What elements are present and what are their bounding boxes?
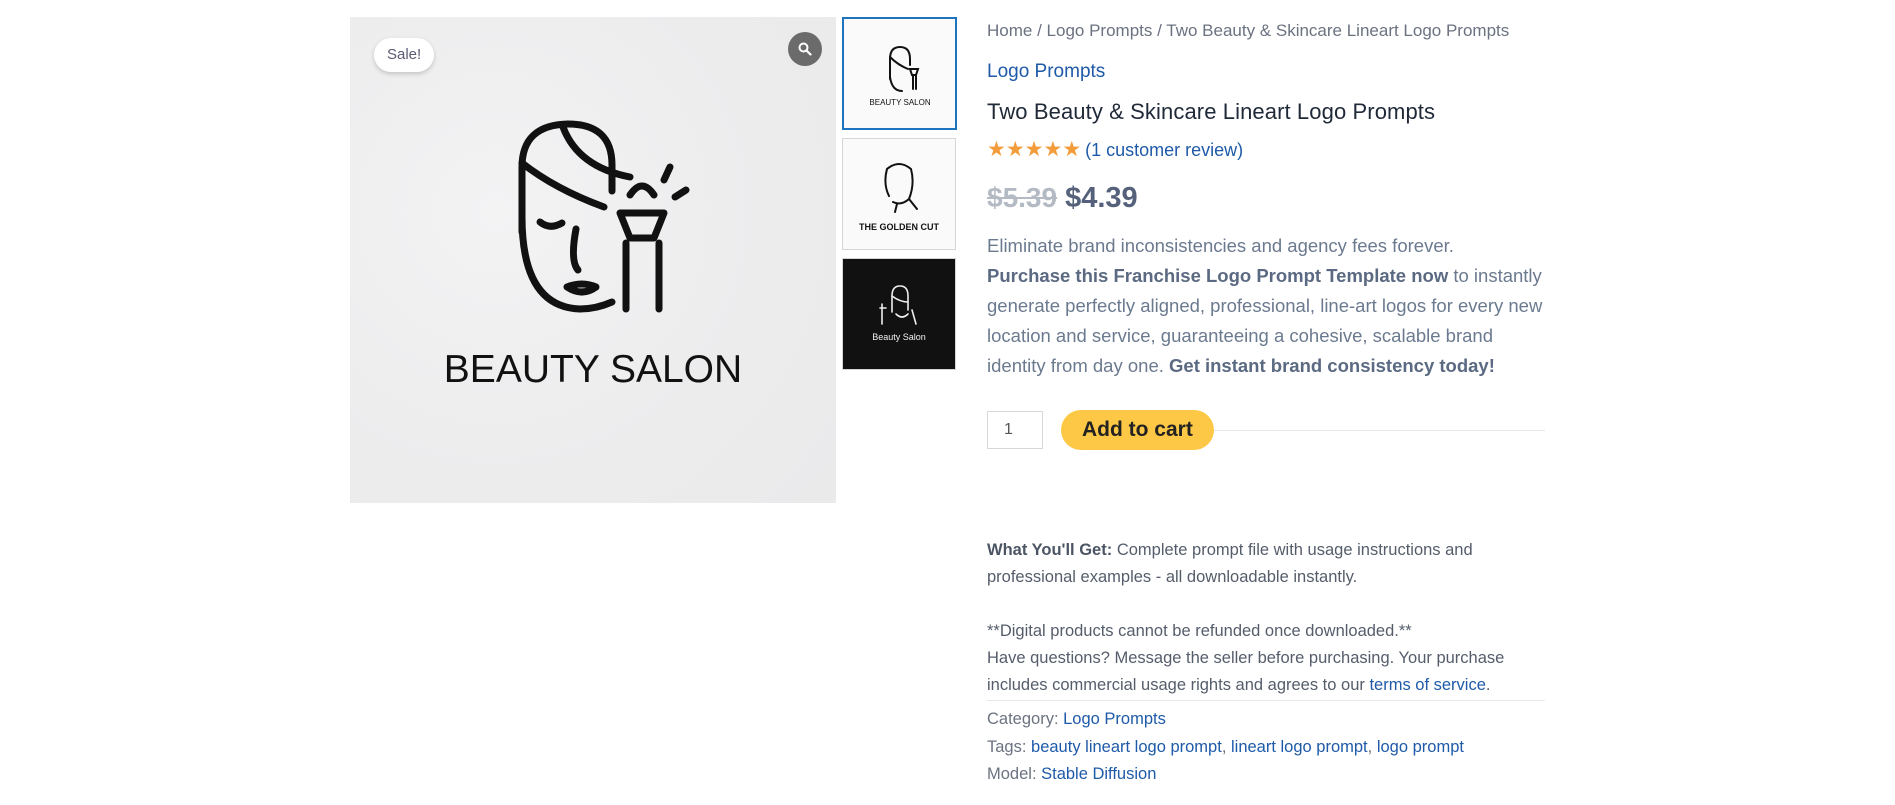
- svg-text:BEAUTY SALON: BEAUTY SALON: [869, 98, 930, 107]
- divider: [1213, 429, 1545, 431]
- beauty-salon-logo-illustration: BEAUTY SALON: [444, 120, 742, 391]
- old-price: $5.39: [987, 182, 1058, 213]
- thumbnail-2[interactable]: THE GOLDEN CUT: [842, 138, 956, 250]
- terms-of-service-link[interactable]: terms of service: [1369, 676, 1485, 694]
- product-summary: Home / Logo Prompts / Two Beauty & Skinc…: [987, 17, 1545, 789]
- breadcrumb-separator: /: [1032, 21, 1047, 40]
- breadcrumb-home[interactable]: Home: [987, 21, 1032, 40]
- category-link[interactable]: Logo Prompts: [1063, 710, 1166, 728]
- refund-notice: **Digital products cannot be refunded on…: [987, 622, 1412, 640]
- what-you-get-label: What You'll Get:: [987, 541, 1113, 559]
- thumbnail-3[interactable]: Beauty Salon: [842, 258, 956, 370]
- breadcrumb-separator: /: [1152, 21, 1167, 40]
- add-to-cart-form: 1 Add to cart: [987, 409, 1545, 451]
- sale-price: $4.39: [1065, 181, 1138, 214]
- svg-text:Beauty Salon: Beauty Salon: [872, 332, 926, 342]
- tag-separator: ,: [1221, 737, 1231, 756]
- star-icon: ★: [1024, 138, 1044, 161]
- category-label: Category:: [987, 710, 1064, 728]
- model-link[interactable]: Stable Diffusion: [1041, 765, 1156, 783]
- tags-label: Tags:: [987, 737, 1032, 756]
- thumbnail-strip: BEAUTY SALON THE GOLDEN CUT Beauty Salon: [842, 17, 958, 378]
- product-short-description: Eliminate brand inconsistencies and agen…: [987, 231, 1547, 381]
- description-bold: Get instant brand consistency today!: [1169, 355, 1495, 376]
- star-icon: ★: [1005, 138, 1025, 161]
- meta-tags: Tags: beauty lineart logo prompt, linear…: [987, 734, 1545, 762]
- product-main-image[interactable]: Sale! BEAUTY SALON: [350, 17, 836, 503]
- description-text: Eliminate brand inconsistencies and agen…: [987, 235, 1454, 256]
- tag-link[interactable]: beauty lineart logo prompt: [1031, 738, 1222, 756]
- product-rating: ★ ★ ★ ★ ★ (1 customer review): [987, 136, 1545, 164]
- meta-model: Model: Stable Diffusion: [987, 761, 1545, 789]
- star-icon: ★: [1062, 138, 1082, 161]
- product-price: $5.39 $4.39: [987, 178, 1545, 218]
- customer-review-link[interactable]: (1 customer review): [1085, 140, 1243, 161]
- tag-link[interactable]: lineart logo prompt: [1231, 738, 1368, 756]
- questions-end: .: [1485, 676, 1491, 694]
- star-icon: ★: [1043, 138, 1063, 161]
- product-extra-info: What You'll Get: Complete prompt file wi…: [987, 537, 1547, 699]
- product-title: Two Beauty & Skincare Lineart Logo Promp…: [987, 99, 1436, 124]
- breadcrumb-current: Two Beauty & Skincare Lineart Logo Promp…: [1166, 21, 1510, 40]
- description-bold: Purchase this Franchise Logo Prompt Temp…: [987, 265, 1449, 286]
- star-icon: ★: [987, 138, 1006, 161]
- star-rating: ★ ★ ★ ★ ★: [987, 138, 1082, 161]
- thumbnail-1[interactable]: BEAUTY SALON: [842, 17, 957, 130]
- tag-separator: ,: [1367, 737, 1377, 756]
- meta-category: Category: Logo Prompts: [987, 706, 1545, 734]
- quantity-input[interactable]: 1: [987, 411, 1043, 449]
- breadcrumb-category[interactable]: Logo Prompts: [1047, 21, 1153, 40]
- product-meta: Category: Logo Prompts Tags: beauty line…: [987, 700, 1545, 789]
- logo-text: BEAUTY SALON: [444, 348, 742, 391]
- add-to-cart-button[interactable]: Add to cart: [1061, 410, 1214, 450]
- product-category-link[interactable]: Logo Prompts: [987, 61, 1105, 82]
- breadcrumb: Home / Logo Prompts / Two Beauty & Skinc…: [987, 17, 1545, 47]
- model-label: Model:: [987, 765, 1042, 783]
- svg-text:THE GOLDEN CUT: THE GOLDEN CUT: [859, 222, 940, 232]
- tag-link[interactable]: logo prompt: [1377, 738, 1464, 756]
